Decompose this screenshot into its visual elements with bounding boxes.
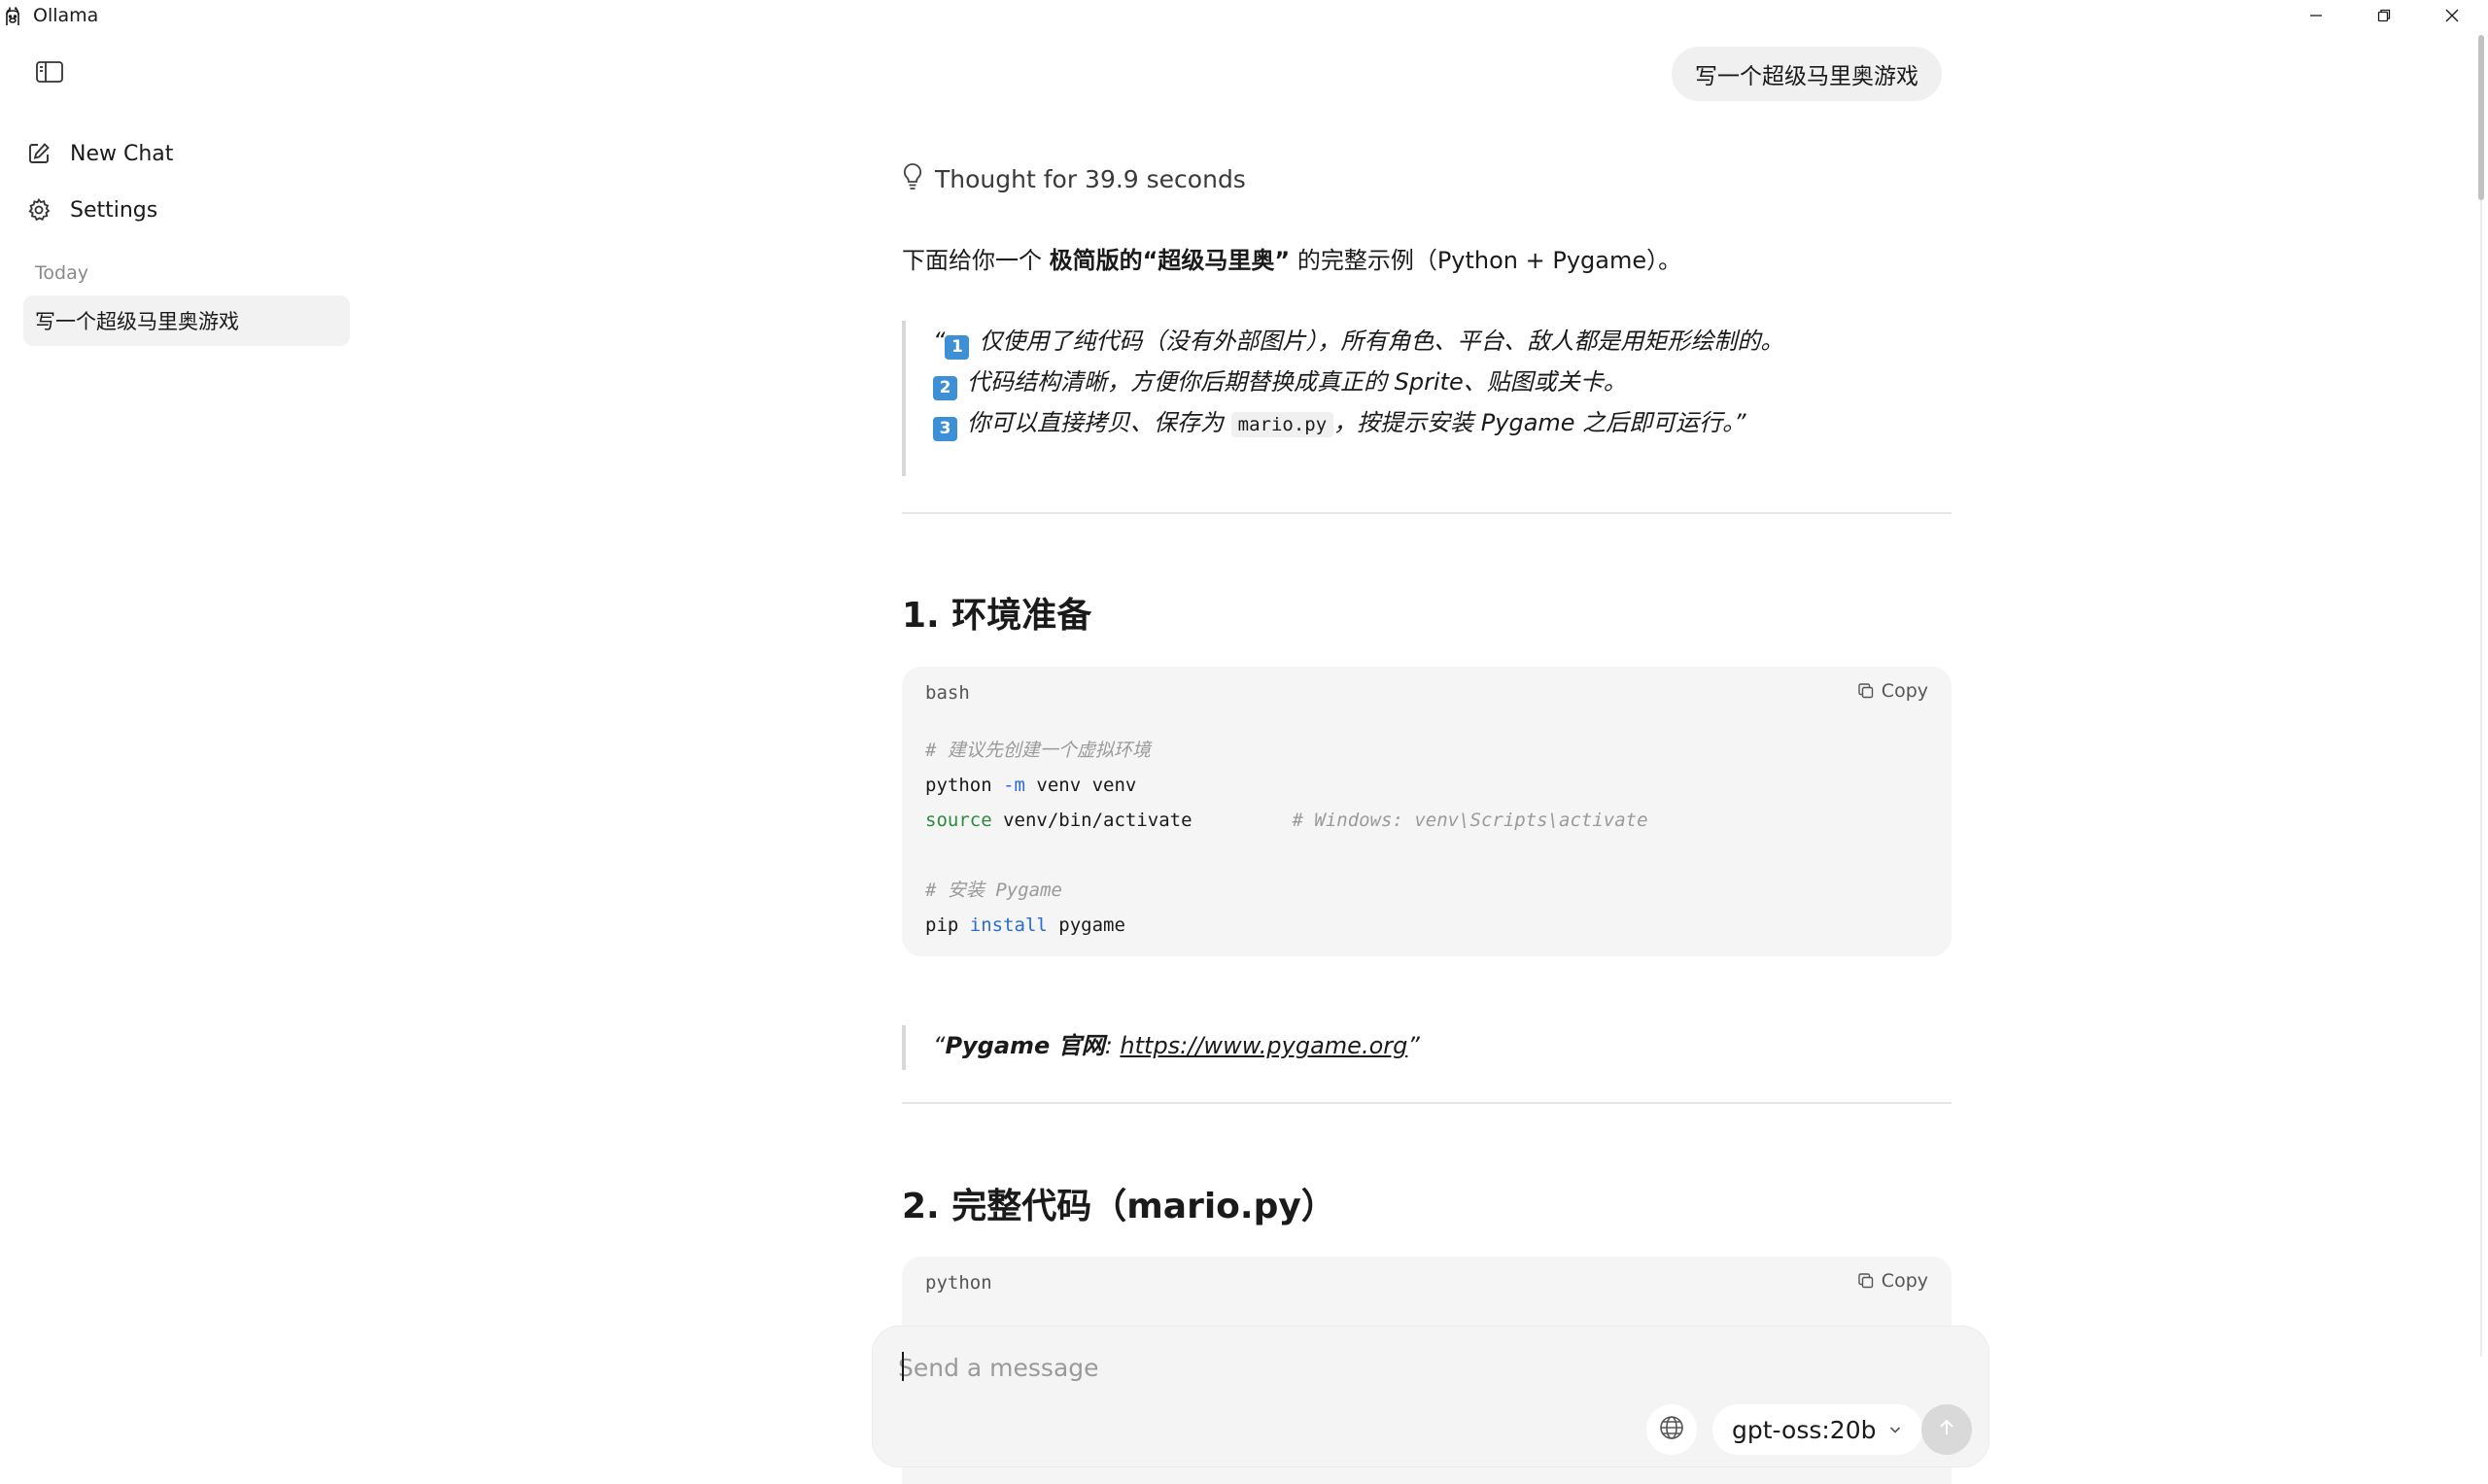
- code-block-bash: bash Copy # 建议先创建一个虚拟环境 python -m venv ve…: [902, 667, 1952, 956]
- scrollbar-track: [2480, 200, 2482, 1357]
- quote-open-mark: “: [933, 1032, 946, 1059]
- new-chat-label: New Chat: [70, 141, 174, 166]
- web-search-button[interactable]: [1646, 1404, 1697, 1455]
- code-language-label: python: [925, 1272, 992, 1294]
- title-bar: Ollama: [0, 0, 2488, 35]
- copy-code-button[interactable]: Copy: [1856, 1270, 1928, 1292]
- quote-line-2: 2 代码结构清晰，方便你后期替换成真正的 Sprite、贴图或关卡。: [933, 362, 1932, 402]
- quote-bold-text: Pygame 官网: [945, 1032, 1105, 1059]
- code-token: venv/bin/activate: [991, 810, 1293, 831]
- settings-label: Settings: [70, 197, 158, 223]
- code-token: venv venv: [1024, 775, 1137, 796]
- scrollbar-thumb[interactable]: [2478, 35, 2484, 200]
- model-name: gpt-oss:20b: [1732, 1415, 1877, 1444]
- message-input[interactable]: [898, 1348, 1948, 1387]
- code-line-1: # 建议先创建一个虚拟环境: [925, 740, 1151, 761]
- code-token-keyword: source: [925, 810, 992, 831]
- copy-icon: [1856, 1271, 1876, 1291]
- code-line-3: source venv/bin/activate # Windows: venv…: [925, 803, 1648, 838]
- code-line-5: # 安装 Pygame: [925, 880, 1062, 901]
- code-token-flag: -m: [1003, 775, 1025, 796]
- section-heading-1: 1. 环境准备: [902, 596, 1092, 636]
- ollama-app: Ollama New Chat Settings Today 写一个超级马里奥游…: [0, 0, 2488, 1484]
- settings-button[interactable]: Settings: [23, 189, 344, 231]
- code-token: pygame: [1047, 915, 1125, 936]
- close-button[interactable]: [2418, 0, 2486, 35]
- number-3-icon: 3: [933, 417, 957, 441]
- section-heading-2: 2. 完整代码（mario.py）: [902, 1187, 1336, 1226]
- divider: [902, 1102, 1952, 1104]
- copy-icon: [1856, 681, 1876, 701]
- intro-text-end: 的完整示例（Python + Pygame）。: [1290, 247, 1682, 274]
- code-line-2: python -m venv venv: [925, 768, 1648, 803]
- number-1-icon: 1: [945, 335, 970, 360]
- quote-open-mark: “: [933, 328, 946, 355]
- arrow-up-icon: [1936, 1417, 1957, 1442]
- lightbulb-icon: [902, 162, 923, 195]
- thought-toggle[interactable]: Thought for 39.9 seconds: [902, 159, 1246, 198]
- intro-bold: 极简版的“超级马里奥”: [1049, 247, 1291, 274]
- chat-history-item[interactable]: 写一个超级马里奥游戏: [23, 295, 350, 346]
- quote-link-line: “Pygame 官网: https://www.pygame.org”: [933, 1025, 1932, 1066]
- divider: [902, 512, 1952, 514]
- inline-code-filename: mario.py: [1230, 412, 1334, 437]
- globe-icon: [1658, 1414, 1685, 1445]
- code-token-comment: # Windows: venv\Scripts\activate: [1292, 810, 1648, 831]
- restore-button[interactable]: [2350, 0, 2418, 35]
- quote-line-3: 3 你可以直接拷贝、保存为 mario.py ，按提示安装 Pygame 之后即可运…: [933, 402, 1932, 445]
- minimize-button[interactable]: [2282, 0, 2350, 35]
- close-icon: [2444, 8, 2460, 27]
- sidebar-panel-icon: [35, 60, 64, 87]
- intro-text: 下面给你一个: [902, 247, 1050, 274]
- chevron-down-icon: [1887, 1422, 1903, 1437]
- compose-icon: [23, 138, 54, 169]
- copy-label: Copy: [1881, 680, 1928, 702]
- quote-line-3-text-end: ，按提示安装 Pygame 之后即可运行。”: [1333, 409, 1746, 436]
- code-token-subcommand: install: [969, 915, 1048, 936]
- code-token: pip: [925, 915, 970, 936]
- quote-line-2-text: 代码结构清晰，方便你后期替换成真正的 Sprite、贴图或关卡。: [967, 368, 1627, 396]
- scrollbar[interactable]: [2474, 35, 2488, 1484]
- app-title: Ollama: [33, 5, 99, 26]
- history-section-label: Today: [35, 262, 88, 284]
- text-caret: [902, 1352, 904, 1381]
- blockquote-notes: “1 仅使用了纯代码（没有外部图片），所有角色、平台、敌人都是用矩形绘制的。 2代…: [902, 321, 1932, 476]
- pygame-link[interactable]: https://www.pygame.org: [1120, 1032, 1407, 1059]
- quote-line-3-text: 你可以直接拷贝、保存为: [967, 409, 1231, 436]
- code-line-6: pip install pygame: [925, 908, 1648, 943]
- quote-line-1-text: 仅使用了纯代码（没有外部图片），所有角色、平台、敌人都是用矩形绘制的。: [979, 328, 1784, 355]
- blockquote-link: “Pygame 官网: https://www.pygame.org”: [902, 1025, 1932, 1070]
- minimize-icon: [2308, 8, 2324, 27]
- sidebar-toggle-button[interactable]: [31, 58, 68, 89]
- copy-code-button[interactable]: Copy: [1856, 680, 1928, 702]
- model-selector[interactable]: gpt-oss:20b: [1712, 1404, 1923, 1455]
- code-token: python: [925, 775, 1004, 796]
- intro-paragraph: 下面给你一个 极简版的“超级马里奥” 的完整示例（Python + Pygame…: [902, 243, 1681, 278]
- sidebar: New Chat Settings Today 写一个超级马里奥游戏: [0, 35, 369, 1484]
- quote-separator: :: [1104, 1032, 1121, 1059]
- llama-icon: [3, 6, 22, 27]
- gear-icon: [23, 194, 54, 225]
- thought-label: Thought for 39.9 seconds: [935, 164, 1246, 193]
- send-button[interactable]: [1921, 1404, 1972, 1455]
- code-content: # 建议先创建一个虚拟环境 python -m venv venv source v…: [925, 733, 1648, 943]
- restore-icon: [2376, 8, 2392, 27]
- message-composer: gpt-oss:20b: [872, 1326, 1989, 1467]
- copy-label: Copy: [1881, 1270, 1928, 1292]
- number-2-icon: 2: [933, 376, 957, 400]
- user-message-bubble: 写一个超级马里奥游戏: [1672, 47, 1942, 101]
- new-chat-button[interactable]: New Chat: [23, 132, 344, 175]
- quote-line-1: “1 仅使用了纯代码（没有外部图片），所有角色、平台、敌人都是用矩形绘制的。: [933, 321, 1932, 362]
- code-language-label: bash: [925, 682, 970, 704]
- quote-close-mark: ”: [1407, 1032, 1420, 1059]
- conversation-view: 写一个超级马里奥游戏 Thought for 39.9 seconds 下面给你…: [902, 35, 1952, 1484]
